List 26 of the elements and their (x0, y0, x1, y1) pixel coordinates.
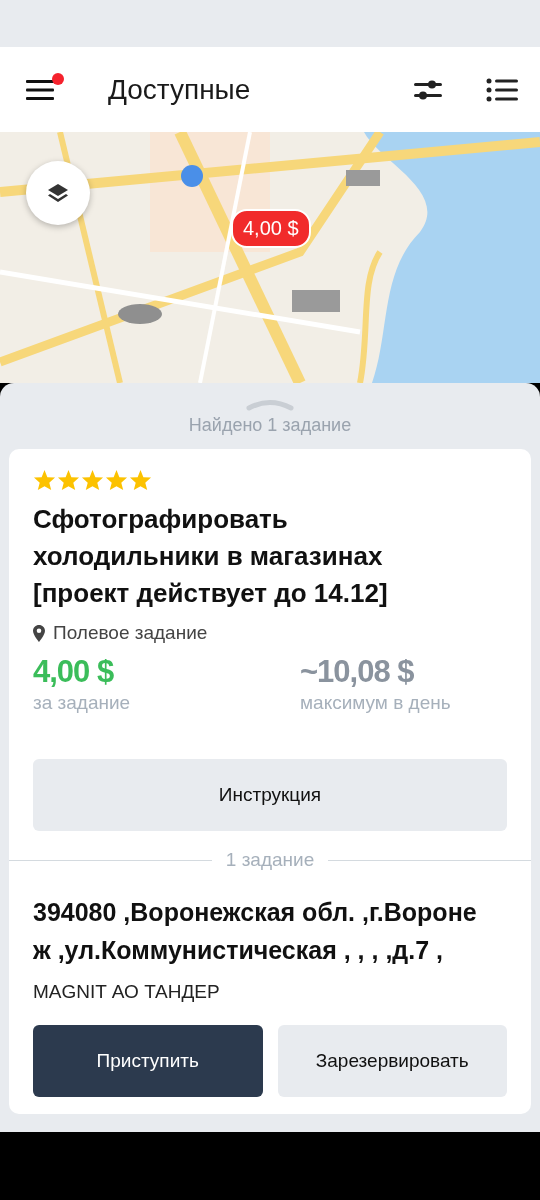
list-icon (486, 77, 518, 102)
reserve-button[interactable]: Зарезервировать (277, 1025, 507, 1097)
task-type: Полевое задание (53, 622, 208, 644)
price-pin[interactable]: 4,00 $ (231, 209, 311, 248)
list-button[interactable] (486, 77, 518, 102)
price-caption: за задание (33, 692, 132, 714)
drag-handle-icon[interactable] (245, 397, 295, 411)
daily-max-price: ~10,08 $ (300, 654, 415, 690)
star-icon (81, 469, 104, 491)
task-count: 1 задание (225, 849, 315, 871)
star-icon (105, 469, 128, 491)
star-icon (129, 469, 152, 491)
task-title: Сфотографировать холодильники в магазинах [проект действует до 14.12] (33, 503, 389, 610)
menu-icon (26, 78, 56, 101)
task-address: 394080 ,Воронежская обл. ,г.Воронеж ,ул.Коммунистическая , , , ,д.7 , (33, 897, 478, 966)
instruction-button[interactable]: Инструкция (33, 759, 507, 831)
layers-icon (46, 181, 70, 205)
daily-max-caption: максимум в день (300, 692, 452, 714)
location-pin-icon (33, 624, 45, 642)
star-icon (57, 469, 80, 491)
company-name: MAGNIT АО ТАНДЕР (33, 981, 221, 1003)
page-title: Доступные (108, 73, 252, 106)
start-button[interactable]: Приступить (33, 1025, 263, 1097)
star-icon (33, 469, 56, 491)
results-count: Найдено 1 задание (187, 415, 353, 436)
task-price: 4,00 $ (33, 654, 115, 690)
